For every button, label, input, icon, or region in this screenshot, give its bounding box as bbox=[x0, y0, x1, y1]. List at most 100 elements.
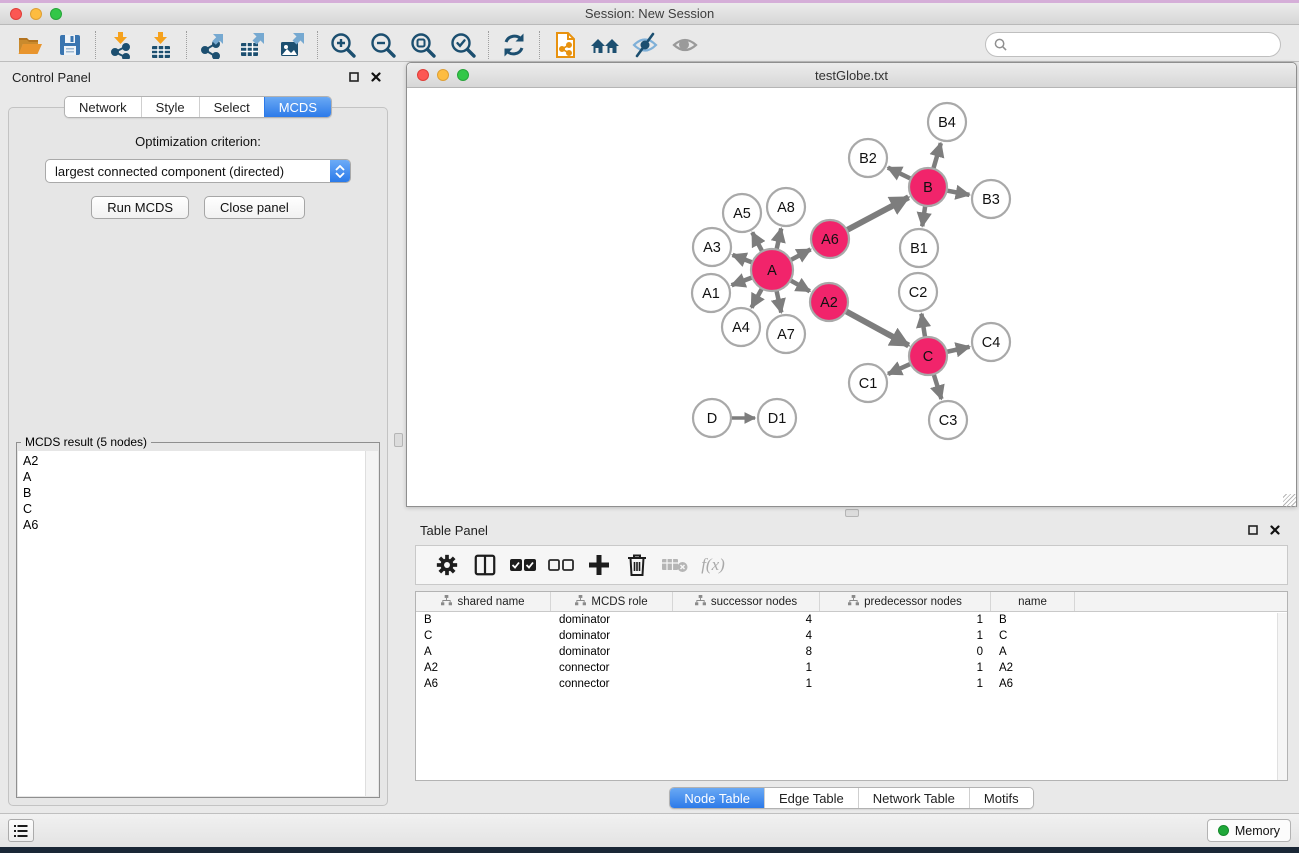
tab-network-table[interactable]: Network Table bbox=[858, 788, 969, 808]
table-cell[interactable]: 1 bbox=[673, 662, 820, 674]
result-list-item[interactable]: C bbox=[23, 501, 378, 517]
divider-handle[interactable] bbox=[394, 433, 403, 447]
table-cell[interactable]: 1 bbox=[673, 678, 820, 690]
run-mcds-button[interactable]: Run MCDS bbox=[91, 196, 189, 219]
column-header-predecessor-nodes[interactable]: predecessor nodes bbox=[820, 592, 991, 611]
tab-style[interactable]: Style bbox=[141, 97, 199, 117]
network-from-file-icon[interactable] bbox=[545, 30, 585, 60]
result-list-item[interactable]: B bbox=[23, 485, 378, 501]
hide-annotations-icon[interactable] bbox=[625, 30, 665, 60]
graph-edge-C-C4[interactable] bbox=[947, 347, 970, 352]
zoom-in-icon[interactable] bbox=[323, 30, 363, 60]
result-list-item[interactable]: A6 bbox=[23, 517, 378, 533]
export-network-icon[interactable] bbox=[192, 30, 232, 60]
settings-gear-icon[interactable] bbox=[428, 549, 466, 581]
table-cell[interactable]: connector bbox=[551, 662, 673, 674]
graph-edge-C-C2[interactable] bbox=[921, 314, 925, 337]
add-column-icon[interactable] bbox=[580, 549, 618, 581]
graph-edge-B-B1[interactable] bbox=[922, 206, 925, 226]
search-input[interactable] bbox=[1012, 38, 1272, 52]
search-field[interactable] bbox=[985, 32, 1281, 57]
float-panel-icon[interactable] bbox=[346, 70, 362, 84]
table-cell[interactable]: A6 bbox=[416, 678, 551, 690]
table-cell[interactable]: 1 bbox=[820, 614, 991, 626]
divider-handle[interactable] bbox=[845, 509, 859, 517]
zoom-selected-icon[interactable] bbox=[443, 30, 483, 60]
tab-select[interactable]: Select bbox=[199, 97, 264, 117]
result-list-scrollbar[interactable] bbox=[365, 451, 378, 796]
table-cell[interactable]: 1 bbox=[820, 662, 991, 674]
close-panel-icon[interactable] bbox=[1267, 523, 1283, 537]
graph-edge-C-C3[interactable] bbox=[934, 374, 942, 399]
table-cell[interactable]: B bbox=[991, 614, 1075, 626]
table-cell[interactable]: A bbox=[416, 646, 551, 658]
table-row[interactable]: Adominator80A bbox=[416, 644, 1287, 660]
zoom-fit-icon[interactable] bbox=[403, 30, 443, 60]
column-header-MCDS-role[interactable]: MCDS role bbox=[551, 592, 673, 611]
column-layout-icon[interactable] bbox=[466, 549, 504, 581]
table-cell[interactable]: 4 bbox=[673, 630, 820, 642]
float-panel-icon[interactable] bbox=[1245, 523, 1261, 537]
graph-edge-A-A7[interactable] bbox=[776, 291, 781, 313]
table-row[interactable]: A2connector11A2 bbox=[416, 660, 1287, 676]
table-row[interactable]: Cdominator41C bbox=[416, 628, 1287, 644]
table-row[interactable]: Bdominator41B bbox=[416, 612, 1287, 628]
table-cell[interactable]: connector bbox=[551, 678, 673, 690]
resize-handle[interactable] bbox=[1283, 494, 1296, 507]
graph-edge-A-A4[interactable] bbox=[752, 288, 762, 307]
deselect-checkboxes-icon[interactable] bbox=[542, 549, 580, 581]
memory-button[interactable]: Memory bbox=[1207, 819, 1291, 842]
import-table-icon[interactable] bbox=[141, 30, 181, 60]
task-history-button[interactable] bbox=[8, 819, 34, 842]
tab-motifs[interactable]: Motifs bbox=[969, 788, 1033, 808]
table-cell[interactable]: dominator bbox=[551, 646, 673, 658]
graph-edge-A2-C[interactable] bbox=[846, 311, 909, 345]
table-cell[interactable]: dominator bbox=[551, 630, 673, 642]
table-cell[interactable]: 8 bbox=[673, 646, 820, 658]
graph-edge-A-A5[interactable] bbox=[752, 232, 762, 251]
table-row[interactable]: A6connector11A6 bbox=[416, 676, 1287, 692]
table-cell[interactable]: C bbox=[416, 630, 551, 642]
table-cell[interactable]: 1 bbox=[820, 678, 991, 690]
graph-edge-A-A1[interactable] bbox=[732, 277, 753, 285]
graph-edge-A-A2[interactable] bbox=[790, 280, 810, 291]
mcds-result-list[interactable]: A2ABCA6 bbox=[18, 451, 378, 796]
table-cell[interactable]: 0 bbox=[820, 646, 991, 658]
home-icon[interactable] bbox=[585, 30, 625, 60]
tab-mcds[interactable]: MCDS bbox=[264, 97, 331, 117]
graph-edge-A-A8[interactable] bbox=[777, 228, 782, 249]
refresh-icon[interactable] bbox=[494, 30, 534, 60]
delete-column-icon[interactable] bbox=[618, 549, 656, 581]
horizontal-split-divider[interactable] bbox=[405, 507, 1299, 519]
tab-edge-table[interactable]: Edge Table bbox=[764, 788, 858, 808]
zoom-out-icon[interactable] bbox=[363, 30, 403, 60]
export-image-icon[interactable] bbox=[272, 30, 312, 60]
graph-edge-B-B3[interactable] bbox=[947, 191, 970, 195]
graph-edge-B-B2[interactable] bbox=[888, 168, 911, 179]
graph-edge-A6-B[interactable] bbox=[847, 197, 909, 230]
node-table[interactable]: shared nameMCDS rolesuccessor nodesprede… bbox=[415, 591, 1288, 781]
table-cell[interactable]: 4 bbox=[673, 614, 820, 626]
tab-network[interactable]: Network bbox=[65, 97, 141, 117]
vertical-split-divider[interactable] bbox=[392, 62, 405, 813]
graph-edge-C-C1[interactable] bbox=[888, 364, 911, 374]
result-list-item[interactable]: A bbox=[23, 469, 378, 485]
table-cell[interactable]: dominator bbox=[551, 614, 673, 626]
graph-edge-A-A6[interactable] bbox=[791, 249, 811, 260]
table-cell[interactable]: A bbox=[991, 646, 1075, 658]
table-cell[interactable]: A2 bbox=[416, 662, 551, 674]
open-file-icon[interactable] bbox=[10, 30, 50, 60]
save-session-icon[interactable] bbox=[50, 30, 90, 60]
column-header-name[interactable]: name bbox=[991, 592, 1075, 611]
table-scrollbar[interactable] bbox=[1277, 613, 1287, 780]
column-header-shared-name[interactable]: shared name bbox=[416, 592, 551, 611]
select-all-checkboxes-icon[interactable] bbox=[504, 549, 542, 581]
network-canvas[interactable]: B4B2BB3A5A8A6A3B1AA1C2A2A4A7C4CC1C3DD1 bbox=[408, 89, 1295, 505]
graph-edge-A-A3[interactable] bbox=[733, 255, 753, 263]
result-list-item[interactable]: A2 bbox=[23, 453, 378, 469]
table-cell[interactable]: C bbox=[991, 630, 1075, 642]
table-cell[interactable]: A2 bbox=[991, 662, 1075, 674]
graph-edge-B-B4[interactable] bbox=[933, 143, 940, 169]
close-panel-button[interactable]: Close panel bbox=[204, 196, 305, 219]
table-cell[interactable]: B bbox=[416, 614, 551, 626]
